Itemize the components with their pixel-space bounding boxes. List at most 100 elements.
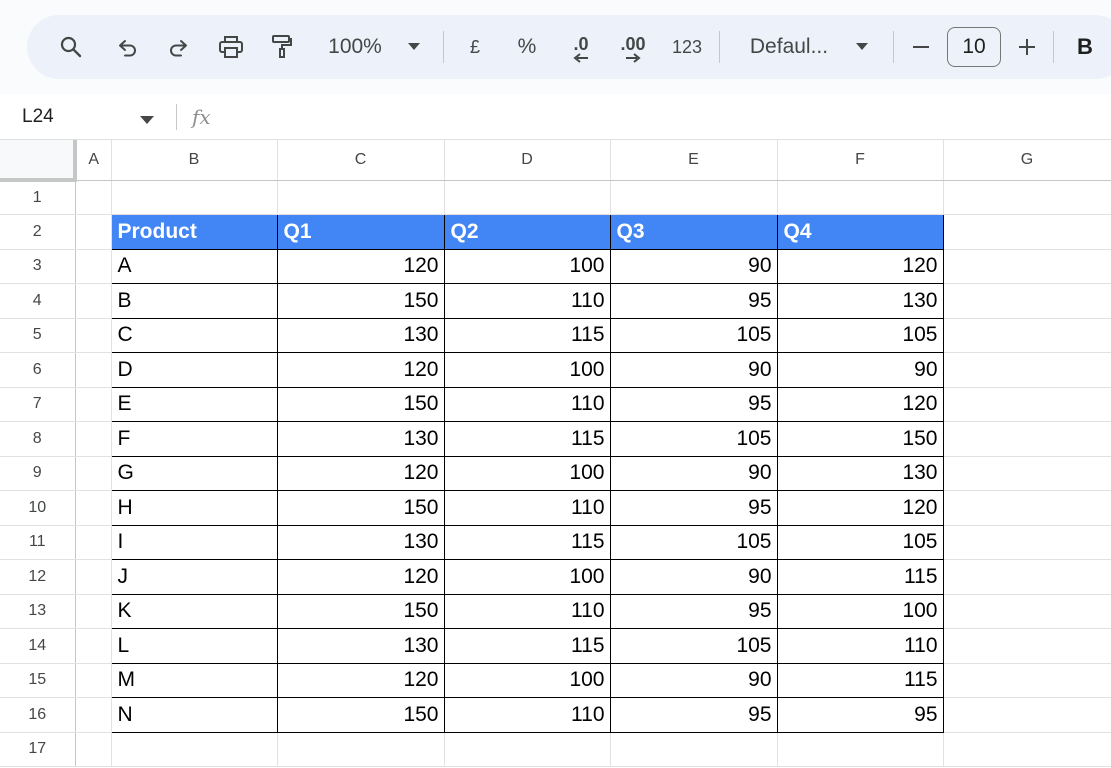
row-header[interactable]: 12 [0, 559, 76, 595]
cell[interactable] [75, 283, 112, 319]
search-menus-button[interactable] [55, 15, 87, 79]
format-currency-button[interactable]: £ [463, 15, 487, 79]
row-header[interactable]: 4 [0, 283, 76, 319]
value-cell[interactable]: 150 [276, 593, 445, 629]
row-header[interactable]: 11 [0, 525, 76, 560]
value-cell[interactable]: 100 [443, 455, 611, 491]
zoom-dropdown[interactable] [405, 15, 423, 79]
value-cell[interactable]: 95 [609, 593, 778, 629]
cell[interactable] [777, 732, 944, 767]
name-box[interactable]: L24 [22, 94, 54, 140]
cell[interactable] [75, 456, 112, 491]
cell[interactable] [943, 214, 1111, 250]
row-header[interactable]: 2 [0, 214, 76, 250]
decrease-font-size-button[interactable] [907, 15, 935, 79]
value-cell[interactable]: 115 [776, 559, 944, 595]
value-cell[interactable]: 90 [609, 559, 778, 595]
column-header-a[interactable]: A [75, 140, 112, 181]
value-cell[interactable]: 120 [776, 386, 944, 422]
cell[interactable] [75, 180, 112, 215]
product-cell[interactable]: B [110, 283, 278, 319]
value-cell[interactable]: 150 [276, 490, 445, 526]
value-cell[interactable]: 90 [609, 455, 778, 491]
value-cell[interactable]: 115 [443, 524, 611, 560]
value-cell[interactable]: 100 [443, 352, 611, 388]
cell[interactable] [943, 697, 1111, 733]
value-cell[interactable]: 115 [443, 317, 611, 353]
value-cell[interactable]: 105 [609, 628, 778, 664]
column-header-d[interactable]: D [444, 140, 611, 181]
value-cell[interactable]: 105 [609, 421, 778, 457]
value-cell[interactable]: 150 [276, 386, 445, 422]
value-cell[interactable]: 120 [276, 248, 445, 284]
value-cell[interactable]: 120 [276, 559, 445, 595]
cell[interactable] [75, 628, 112, 664]
product-cell[interactable]: J [110, 559, 278, 595]
value-cell[interactable]: 115 [443, 421, 611, 457]
value-cell[interactable]: 120 [776, 248, 944, 284]
value-cell[interactable]: 150 [276, 283, 445, 319]
value-cell[interactable]: 105 [609, 317, 778, 353]
cell[interactable] [943, 421, 1111, 457]
font-family-select[interactable]: Defaul... [741, 15, 837, 79]
row-header[interactable]: 14 [0, 628, 76, 664]
cell[interactable] [111, 732, 278, 767]
table-header-cell[interactable]: Q2 [443, 214, 611, 250]
print-button[interactable] [215, 15, 247, 79]
value-cell[interactable]: 110 [443, 593, 611, 629]
value-cell[interactable]: 130 [776, 283, 944, 319]
row-header[interactable]: 3 [0, 249, 76, 284]
value-cell[interactable]: 95 [609, 490, 778, 526]
value-cell[interactable]: 120 [276, 455, 445, 491]
table-header-cell[interactable]: Q3 [609, 214, 778, 250]
value-cell[interactable]: 100 [443, 248, 611, 284]
column-header-c[interactable]: C [277, 140, 445, 181]
cell[interactable] [943, 318, 1111, 353]
value-cell[interactable]: 110 [443, 697, 611, 733]
bold-button[interactable]: B [1071, 15, 1099, 79]
column-header-e[interactable]: E [610, 140, 778, 181]
format-percent-button[interactable]: % [513, 15, 541, 79]
cell[interactable] [444, 180, 611, 215]
value-cell[interactable]: 95 [609, 283, 778, 319]
value-cell[interactable]: 95 [776, 697, 944, 733]
value-cell[interactable]: 90 [609, 248, 778, 284]
value-cell[interactable]: 105 [609, 524, 778, 560]
cell[interactable] [75, 525, 112, 560]
product-cell[interactable]: N [110, 697, 278, 733]
cell[interactable] [75, 490, 112, 526]
select-all-corner[interactable] [0, 140, 77, 182]
row-header[interactable]: 9 [0, 456, 76, 491]
cell[interactable] [943, 628, 1111, 664]
product-cell[interactable]: I [110, 524, 278, 560]
product-cell[interactable]: E [110, 386, 278, 422]
more-formats-button[interactable]: 123 [667, 15, 707, 79]
cell[interactable] [75, 559, 112, 595]
value-cell[interactable]: 110 [443, 490, 611, 526]
value-cell[interactable]: 100 [776, 593, 944, 629]
value-cell[interactable]: 110 [776, 628, 944, 664]
cell[interactable] [777, 180, 944, 215]
cell[interactable] [75, 594, 112, 629]
value-cell[interactable]: 120 [276, 662, 445, 698]
row-header[interactable]: 7 [0, 387, 76, 422]
zoom-value[interactable]: 100% [323, 15, 387, 79]
font-size-input[interactable]: 10 [947, 27, 1001, 67]
redo-button[interactable] [163, 15, 193, 79]
value-cell[interactable]: 130 [276, 628, 445, 664]
value-cell[interactable]: 95 [609, 697, 778, 733]
value-cell[interactable]: 110 [443, 283, 611, 319]
product-cell[interactable]: F [110, 421, 278, 457]
value-cell[interactable]: 105 [776, 524, 944, 560]
cell[interactable] [75, 732, 112, 767]
product-cell[interactable]: K [110, 593, 278, 629]
cell[interactable] [943, 249, 1111, 284]
cell[interactable] [75, 663, 112, 698]
product-cell[interactable]: D [110, 352, 278, 388]
cell[interactable] [943, 352, 1111, 388]
value-cell[interactable]: 115 [443, 628, 611, 664]
value-cell[interactable]: 105 [776, 317, 944, 353]
row-header[interactable]: 1 [0, 180, 76, 215]
cell[interactable] [943, 732, 1111, 767]
cell[interactable] [943, 180, 1111, 215]
